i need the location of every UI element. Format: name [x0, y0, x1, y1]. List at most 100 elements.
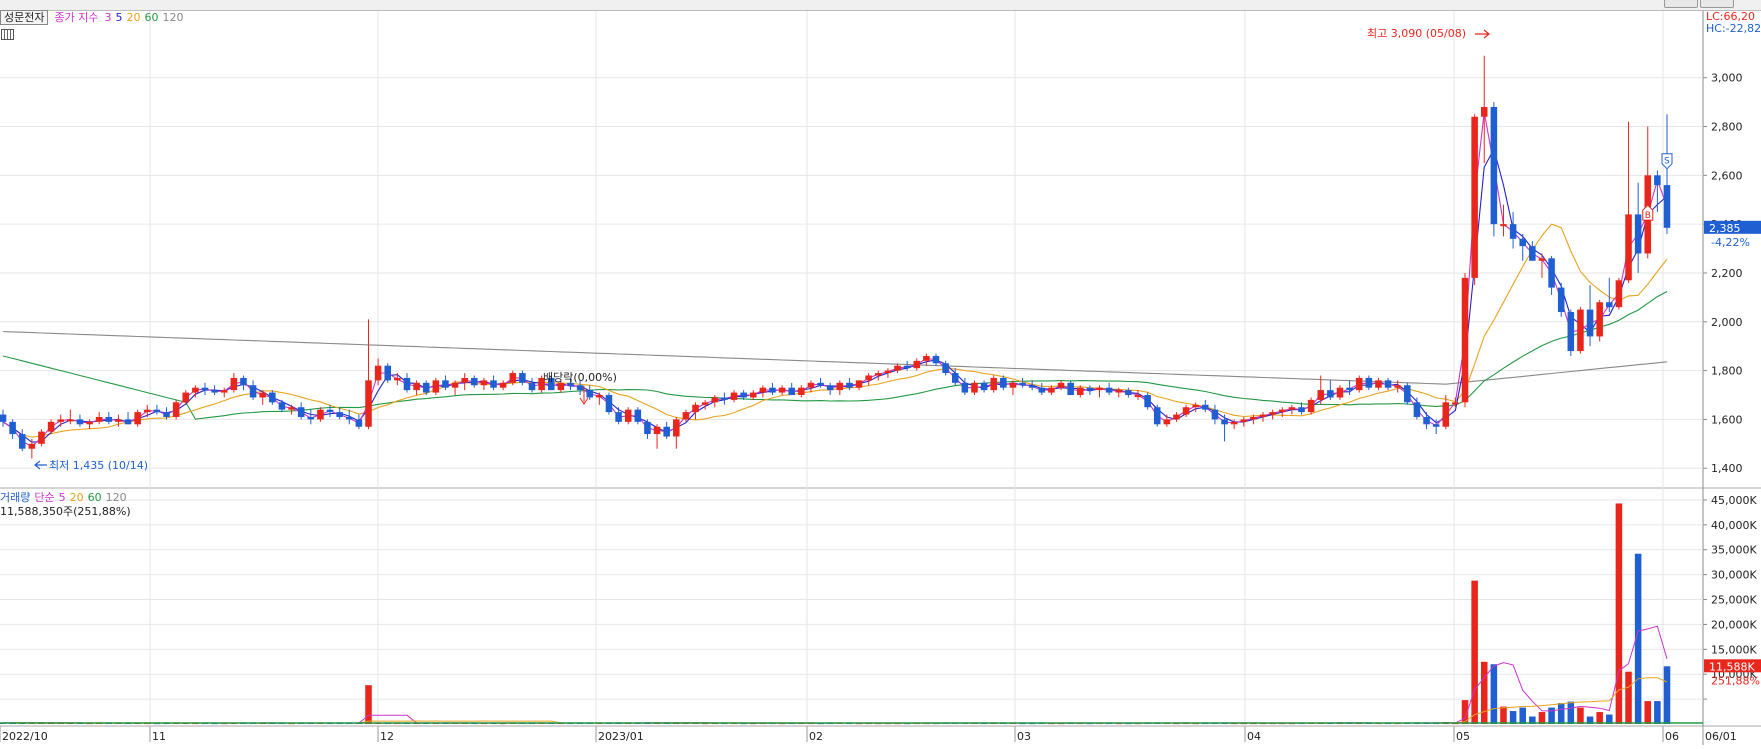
x-tick-label: 11 — [152, 730, 166, 743]
ma20-label: 20 — [126, 11, 141, 24]
candle — [576, 385, 584, 391]
low-annotation: 최저 1,435 (10/14) — [49, 459, 148, 472]
candle — [673, 419, 680, 437]
volume-tick-label: 35,000K — [1711, 544, 1757, 557]
candle — [1182, 407, 1190, 415]
candle — [490, 380, 497, 388]
candle — [182, 392, 190, 403]
candle — [480, 380, 488, 386]
volume-indicator-label[interactable]: 거래량 — [0, 491, 30, 504]
volume-bar — [1663, 666, 1671, 724]
candle — [1471, 116, 1478, 278]
price-tick-label: 1,800 — [1711, 365, 1743, 378]
candle — [451, 382, 459, 388]
x-tick-label: 04 — [1247, 730, 1261, 743]
candle — [778, 387, 786, 393]
candle — [1115, 390, 1123, 393]
candle — [1144, 395, 1151, 408]
x-tick-label: 03 — [1017, 730, 1031, 743]
candle — [971, 382, 978, 393]
volume-bar — [1654, 701, 1661, 724]
price-tick-label: 2,200 — [1711, 267, 1743, 280]
volume-tick-label: 30,000K — [1711, 569, 1757, 582]
x-tick-label: 06 — [1665, 730, 1679, 743]
candle — [1019, 382, 1026, 386]
candle — [1067, 382, 1074, 396]
candle — [932, 355, 940, 364]
candle — [1057, 382, 1065, 388]
candle — [1230, 421, 1238, 425]
candle — [86, 421, 93, 425]
candle — [807, 382, 815, 388]
candle — [1163, 419, 1171, 425]
price-tick-label: 2,000 — [1711, 316, 1743, 329]
candle — [721, 397, 728, 400]
candle — [596, 395, 603, 398]
candle — [769, 387, 776, 393]
candle — [1269, 412, 1276, 415]
volume-bar — [1567, 701, 1575, 724]
candle — [1173, 414, 1180, 420]
buy-signal-label: B — [1645, 211, 1651, 221]
candle — [913, 360, 921, 369]
dividend-annotation: 배당락(0,00%) — [543, 371, 617, 384]
candle — [1336, 387, 1344, 398]
candle — [1192, 404, 1199, 408]
volume-tick-label: 20,000K — [1711, 618, 1757, 631]
candle — [220, 390, 228, 393]
candle — [1442, 402, 1450, 427]
candle — [663, 426, 670, 437]
candle — [47, 421, 55, 432]
candle — [230, 377, 238, 391]
candle — [1086, 387, 1094, 391]
volume-bar — [1509, 711, 1517, 724]
x-tick-label: 06/01 — [1705, 730, 1737, 743]
stock-name[interactable]: 성문전자 — [0, 10, 49, 25]
stock-chart[interactable]: 2022/10 11 12 2023/01 02 03 04 05 06 06/01 3,000 2,… — [0, 0, 1761, 749]
candle — [38, 431, 45, 444]
candle — [499, 382, 507, 388]
volume-bar — [1519, 707, 1526, 724]
candle — [1596, 302, 1603, 337]
ma60-label: 60 — [144, 11, 159, 24]
candle — [1240, 419, 1248, 422]
candle — [1490, 106, 1498, 225]
candle — [749, 392, 757, 398]
candle — [961, 382, 969, 393]
candle — [826, 385, 834, 391]
volume-bar — [1490, 664, 1498, 724]
candle — [817, 382, 824, 386]
candle — [105, 416, 113, 422]
candle — [1221, 419, 1228, 425]
candle — [1134, 395, 1142, 398]
volume-tick-label: 25,000K — [1711, 594, 1757, 607]
calendar-icon[interactable] — [1, 29, 14, 40]
candle — [211, 390, 218, 393]
candle — [980, 382, 988, 391]
candle — [1317, 390, 1325, 400]
price-tick-label: 1,600 — [1711, 413, 1743, 426]
candle — [951, 373, 959, 383]
candle — [269, 392, 276, 403]
candle — [134, 412, 141, 425]
candle — [259, 392, 266, 398]
candle — [855, 380, 863, 388]
candle — [923, 355, 930, 361]
candle — [365, 380, 372, 427]
candle — [1211, 409, 1219, 420]
candle — [624, 409, 632, 422]
price-legend: 성문전자 종가 지수 3 5 20 60 120 — [0, 10, 187, 25]
candle — [1548, 258, 1555, 288]
candle — [288, 407, 295, 410]
candle — [1654, 175, 1661, 186]
candle — [471, 377, 478, 386]
candle — [336, 412, 343, 417]
candle — [95, 416, 103, 422]
high-annotation: 최고 3,090 (05/08) — [1367, 27, 1466, 40]
candle — [76, 419, 84, 425]
candle — [692, 404, 699, 413]
price-tick-label: 1,400 — [1711, 462, 1743, 475]
price-indicator-label[interactable]: 종가 지수 — [54, 11, 98, 24]
volume-tick-label: 45,000K — [1711, 494, 1757, 507]
candle — [326, 409, 334, 413]
